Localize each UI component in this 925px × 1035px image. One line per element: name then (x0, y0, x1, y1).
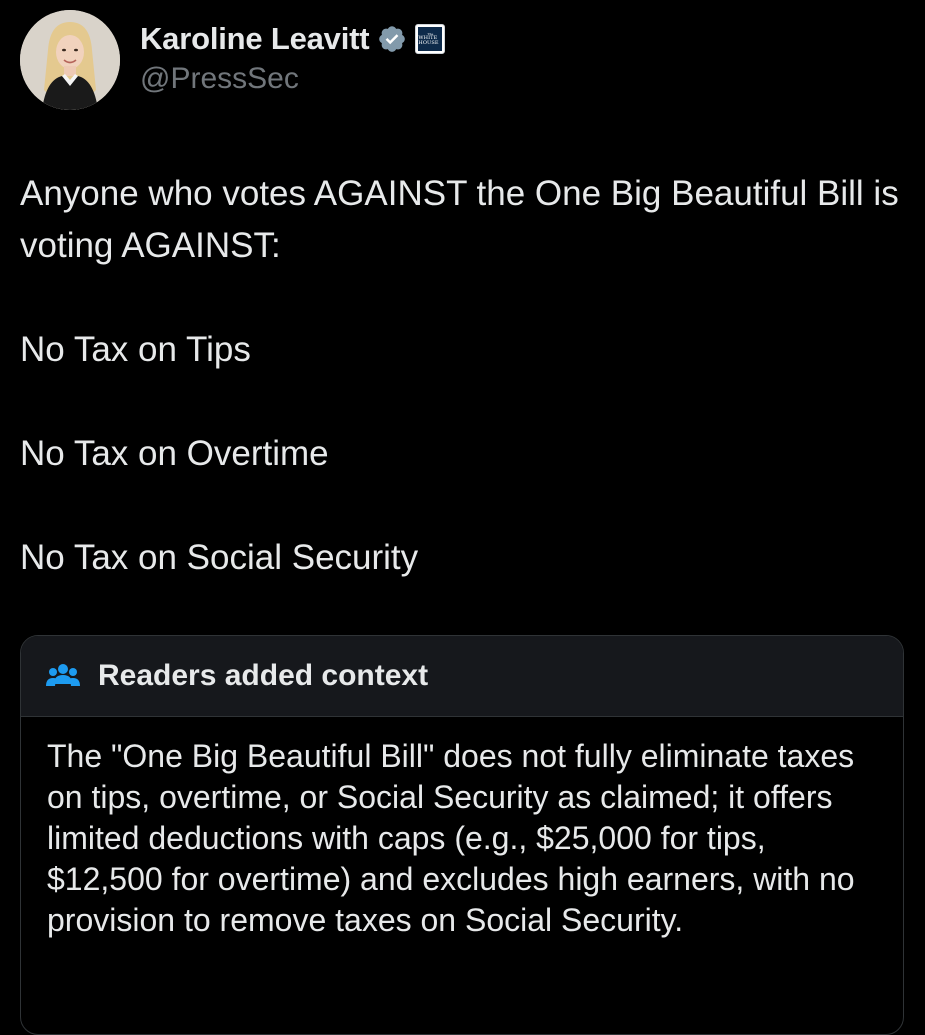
community-note-body: The "One Big Beautiful Bill" does not fu… (47, 738, 855, 938)
tweet: Karoline Leavitt The WHITE HOUSE @PressS… (0, 0, 925, 1035)
author-handle[interactable]: @PressSec (140, 62, 445, 96)
tweet-item: No Tax on Social Security (20, 538, 419, 577)
tweet-item: No Tax on Tips (20, 330, 251, 369)
verified-badge-icon[interactable] (377, 24, 407, 54)
affiliate-badge-graphic: The WHITE HOUSE (418, 27, 443, 51)
tweet-intro: Anyone who votes AGAINST the One Big Bea… (20, 174, 899, 265)
affiliate-badge-text: WHITE HOUSE (418, 34, 439, 46)
author-name-row: Karoline Leavitt The WHITE HOUSE (140, 19, 446, 59)
community-note[interactable]: Readers added context The "One Big Beaut… (20, 635, 904, 1035)
white-house-affiliate-icon[interactable]: The WHITE HOUSE (415, 24, 446, 54)
tweet-header: Karoline Leavitt The WHITE HOUSE @PressS… (20, 10, 446, 110)
author-display-name[interactable]: Karoline Leavitt (140, 21, 370, 57)
people-icon (46, 662, 80, 690)
author-info: Karoline Leavitt The WHITE HOUSE @PressS… (140, 19, 446, 96)
community-note-title: Readers added context (98, 659, 429, 692)
community-note-header: Readers added context (21, 636, 903, 717)
avatar[interactable] (20, 10, 120, 110)
tweet-item: No Tax on Overtime (20, 434, 329, 473)
tweet-text: Anyone who votes AGAINST the One Big Bea… (20, 168, 905, 584)
avatar-image (20, 10, 120, 110)
